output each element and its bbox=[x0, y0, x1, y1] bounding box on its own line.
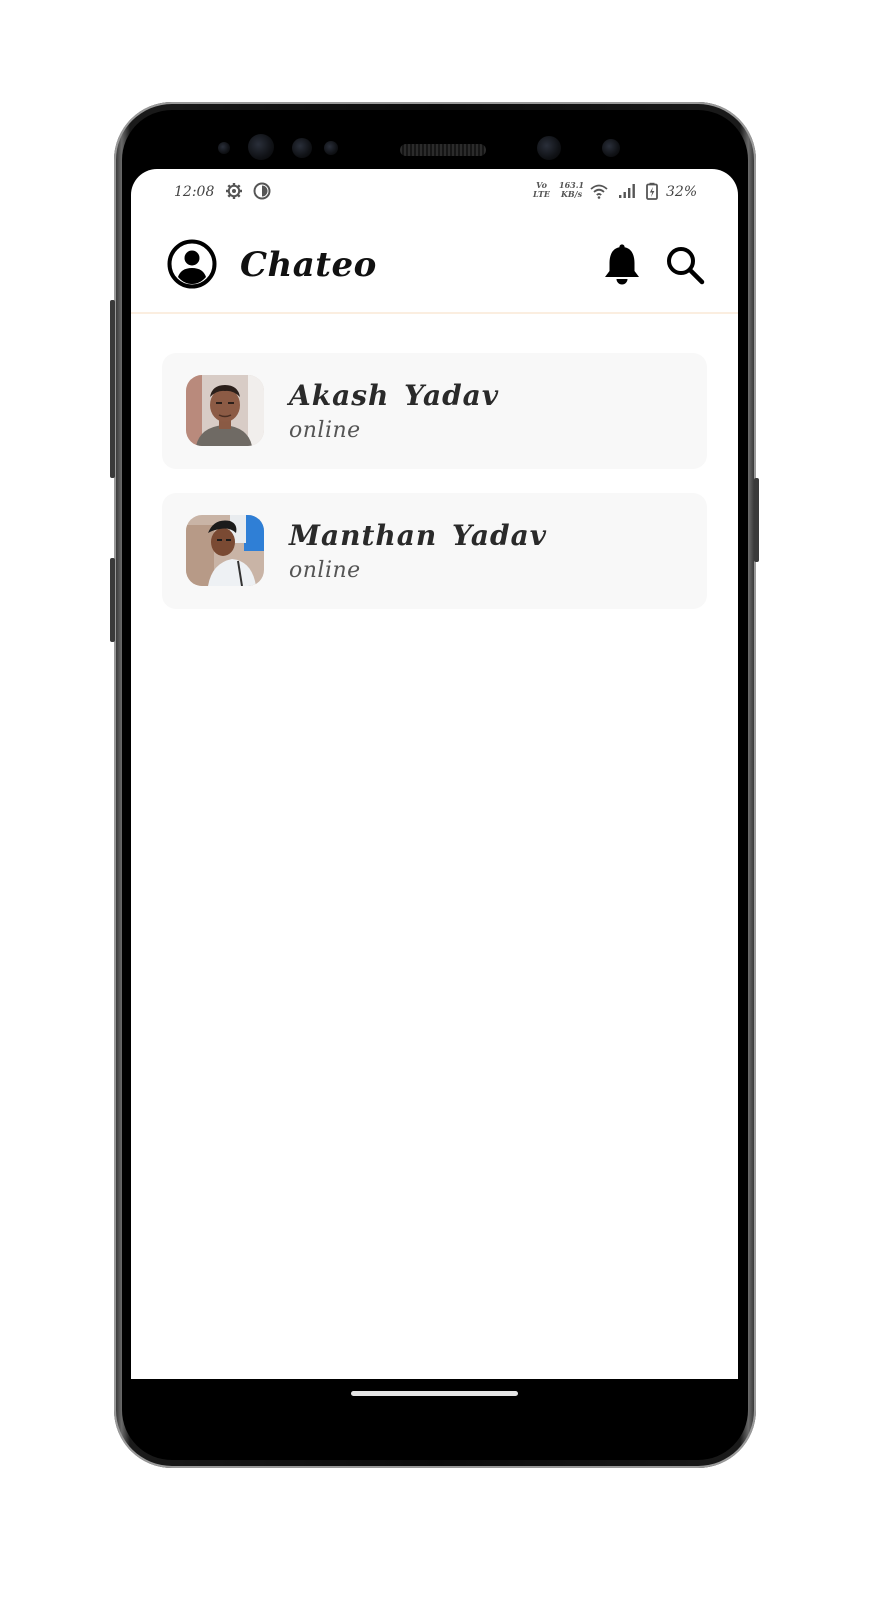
sensor-icon bbox=[602, 139, 620, 157]
chat-contact-name: Akash Yadav bbox=[289, 379, 500, 412]
power-button bbox=[754, 478, 759, 562]
volte-bottom-label: LTE bbox=[533, 189, 551, 199]
network-speed-unit: KB/s bbox=[560, 189, 583, 199]
sensor-icon bbox=[218, 142, 230, 154]
account-circle-icon[interactable] bbox=[167, 239, 217, 289]
front-camera-icon bbox=[537, 136, 561, 160]
avatar-photo bbox=[186, 515, 264, 586]
sensor-icon bbox=[324, 141, 338, 155]
chat-contact-name: Manthan Yadav bbox=[289, 519, 547, 552]
earpiece-speaker bbox=[400, 144, 486, 156]
avatar bbox=[186, 375, 264, 446]
status-bar: 12:08 Vo LTE 163.1 KB/s 32% bbox=[131, 169, 738, 215]
battery-charging-icon bbox=[646, 182, 658, 200]
wifi-icon bbox=[590, 184, 608, 199]
volume-button bbox=[110, 558, 115, 642]
status-time: 12:08 bbox=[174, 184, 215, 200]
settings-gear-icon bbox=[226, 183, 242, 199]
app-screen: 12:08 Vo LTE 163.1 KB/s 32% Chateo Akash… bbox=[131, 169, 738, 1379]
system-navigation-bar bbox=[131, 1379, 738, 1435]
bixby-button bbox=[110, 300, 115, 478]
sensor-icon bbox=[292, 138, 312, 158]
network-speed: 163.1 KB/s bbox=[559, 181, 584, 199]
avatar bbox=[186, 515, 264, 586]
front-camera-icon bbox=[248, 134, 274, 160]
chat-contact-status: online bbox=[289, 418, 361, 443]
battery-percentage: 32% bbox=[666, 184, 698, 200]
avatar-photo bbox=[186, 375, 264, 446]
chat-list-item[interactable]: Akash Yadav online bbox=[162, 353, 707, 469]
app-header: Chateo bbox=[131, 215, 738, 314]
bell-icon[interactable] bbox=[602, 243, 642, 285]
chat-contact-status: online bbox=[289, 558, 361, 583]
sensor-strip bbox=[122, 110, 748, 178]
chat-list: Akash Yadav online Manthan Yadav online bbox=[162, 353, 707, 633]
signal-icon bbox=[619, 184, 635, 198]
volte-indicator: Vo LTE bbox=[533, 181, 550, 199]
search-icon[interactable] bbox=[665, 245, 705, 285]
data-saver-icon bbox=[253, 182, 271, 200]
chat-list-item[interactable]: Manthan Yadav online bbox=[162, 493, 707, 609]
home-gesture-bar[interactable] bbox=[351, 1391, 518, 1396]
app-title: Chateo bbox=[240, 245, 377, 285]
